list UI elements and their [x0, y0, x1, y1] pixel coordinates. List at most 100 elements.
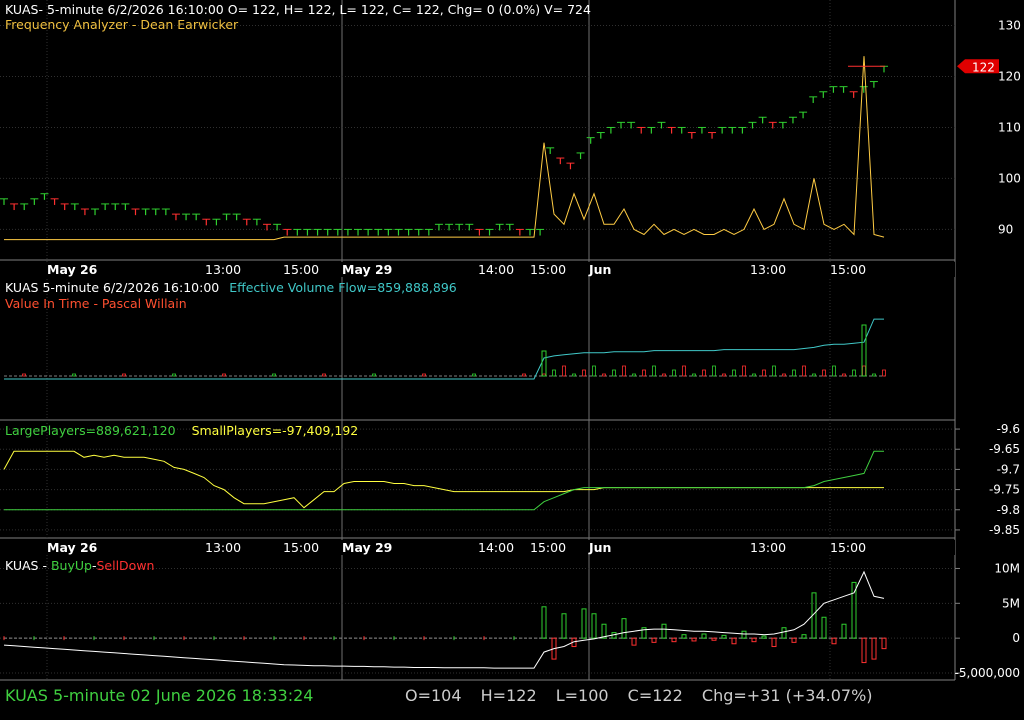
time-axis-label: 15:00 [283, 540, 319, 555]
buysell-bar [791, 637, 797, 643]
price-tick-label: 110 [998, 120, 1021, 134]
volume-panel-header: KUAS 5-minute 6/2/2026 16:10:00 Effectiv… [5, 281, 457, 295]
cumulative-line [3, 570, 885, 669]
large-players-label: LargePlayers=889,621,120 [5, 423, 176, 438]
volume-bar [832, 365, 836, 377]
volume-bar [562, 365, 566, 377]
time-axis-label: 13:00 [205, 540, 241, 555]
volume-bar [422, 373, 426, 377]
volume-bar [622, 365, 626, 377]
volume-panel-subtitle: Value In Time - Pascal Willain [5, 296, 187, 311]
time-axis-label: Jun [588, 540, 611, 555]
buysell-bar [691, 637, 697, 642]
time-axis-label: 14:00 [478, 540, 514, 555]
time-axis-label: May 26 [47, 540, 98, 555]
players-tick-label: -9.65 [989, 442, 1020, 456]
volume-panel-symbol: KUAS 5-minute 6/2/2026 16:10:00 [5, 280, 220, 295]
volume-bar [642, 369, 646, 377]
buysell-bar [731, 637, 737, 645]
buysell-bar [561, 613, 567, 639]
volume-bar [772, 365, 776, 377]
small-players-line [3, 450, 884, 509]
selldown-label: SellDown [96, 558, 155, 573]
buyup-tick-label: 0 [1012, 631, 1020, 645]
volume-bar [122, 373, 126, 377]
volume-bar [592, 365, 596, 377]
volume-bar [882, 369, 886, 377]
buysell-bar [861, 637, 867, 664]
volume-bar [612, 369, 616, 377]
time-axis-label: 13:00 [205, 262, 241, 277]
buysell-bar [671, 637, 677, 643]
buysell-bar [711, 637, 717, 641]
volume-flow-panel [4, 318, 886, 380]
players-tick-label: -9.6 [997, 422, 1020, 436]
buysell-bar [821, 616, 827, 639]
volume-bar [222, 373, 226, 377]
price-panel-header: KUAS- 5-minute 6/2/2026 16:10:00 O= 122,… [5, 2, 591, 17]
last-price-tag-text: 122 [972, 60, 995, 74]
status-low: L=100 [555, 686, 609, 705]
volume-bar [822, 369, 826, 377]
price-panel-indicator: Frequency Analyzer - Dean Earwicker [5, 17, 239, 32]
volume-spike [541, 350, 547, 377]
buysell-bar [841, 623, 847, 639]
volume-bar [792, 369, 796, 377]
volume-bar [472, 373, 476, 377]
volume-bar [852, 369, 856, 377]
volume-bar [22, 373, 26, 377]
large-players-line [4, 450, 884, 511]
volume-bar [872, 373, 876, 377]
status-bar-symbol: KUAS 5-minute 02 June 2026 18:33:24 [5, 686, 314, 705]
volume-bar [802, 365, 806, 377]
price-tick-label: 100 [998, 171, 1021, 185]
buyup-symbol: KUAS - [5, 558, 51, 573]
buysell-bar [681, 634, 687, 639]
time-axis-label: 15:00 [830, 540, 866, 555]
buysell-bar [741, 630, 747, 639]
volume-bar [672, 369, 676, 377]
players-panel-header: LargePlayers=889,621,120 SmallPlayers=-9… [5, 424, 358, 438]
buyup-panel-header: KUAS - BuyUp-SellDown [5, 559, 154, 573]
volume-bar [862, 365, 866, 377]
buysell-bar [881, 637, 887, 650]
volume-bar [372, 373, 376, 377]
buysell-bar [631, 637, 637, 646]
buysell-bar [651, 637, 657, 643]
buysell-bar [701, 633, 707, 639]
status-bar-ohlc: O=104 H=122 L=100 C=122 Chg=+31 (+34.07%… [405, 686, 887, 705]
price-tick-label: 120 [998, 69, 1021, 83]
time-axis-label: 13:00 [750, 262, 786, 277]
volume-bar [632, 373, 636, 377]
volume-bar [732, 369, 736, 377]
volume-bar [272, 373, 276, 377]
players-tick-label: -9.85 [989, 523, 1020, 537]
buyup-tick-label: -5,000,000 [955, 666, 1020, 680]
players-tick-label: -9.7 [997, 462, 1020, 476]
buyup-label: BuyUp [50, 558, 92, 573]
time-axis-label: May 29 [342, 262, 392, 277]
volume-bar [602, 373, 606, 377]
volume-bar [692, 373, 696, 377]
time-axis-label: 13:00 [750, 540, 786, 555]
buyup-selldown-panel [3, 570, 887, 669]
buysell-bar [541, 606, 547, 639]
volume-panel-indicator: Effective Volume Flow=859,888,896 [229, 280, 457, 295]
grid-lines [0, 0, 956, 681]
status-change: Chg=+31 (+34.07%) [701, 686, 873, 705]
buysell-bar [771, 637, 777, 648]
volume-bar [322, 373, 326, 377]
buysell-bar [721, 634, 727, 639]
buysell-bar [781, 627, 787, 639]
buysell-bar [871, 637, 877, 660]
players-panel [3, 450, 884, 511]
buysell-bar [591, 613, 597, 639]
volume-bar [172, 373, 176, 377]
buysell-bar [661, 623, 667, 639]
players-tick-label: -9.8 [997, 503, 1020, 517]
effective-volume-flow-line [4, 318, 884, 380]
volume-bar [702, 369, 706, 377]
buysell-bar [751, 637, 757, 643]
players-tick-label: -9.75 [989, 483, 1020, 497]
time-axis-label: May 29 [342, 540, 392, 555]
